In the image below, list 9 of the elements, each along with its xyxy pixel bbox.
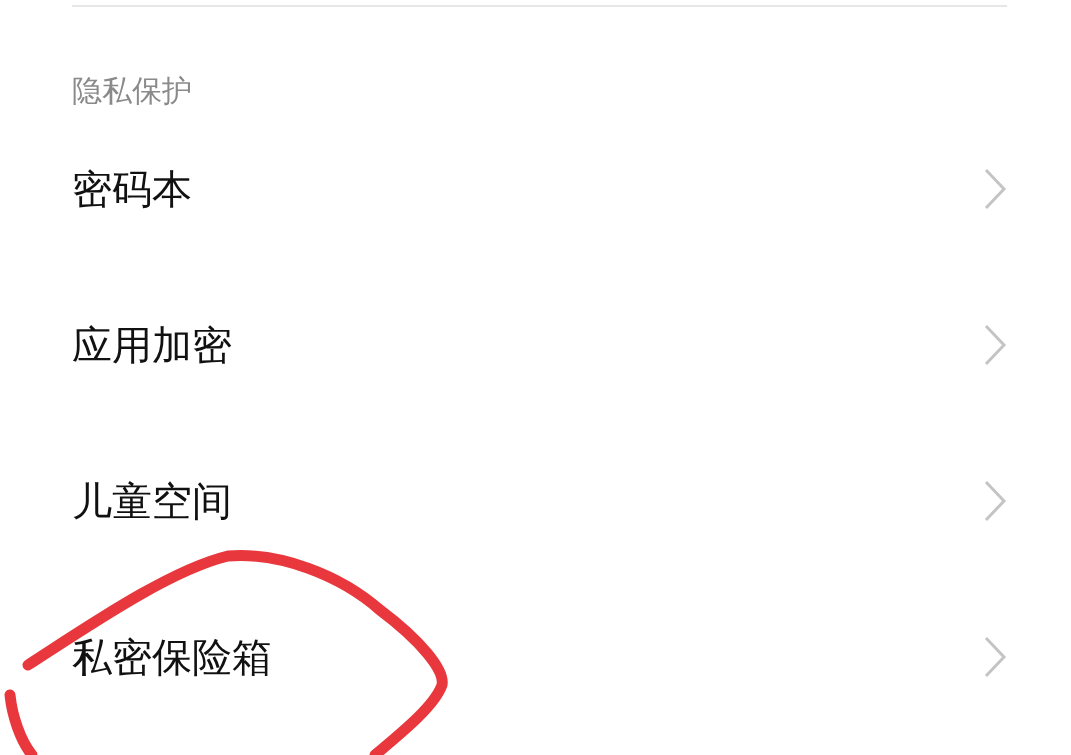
settings-item[interactable]: 儿童空间 bbox=[72, 423, 1007, 579]
settings-item[interactable]: 私密保险箱 bbox=[72, 579, 1007, 735]
chevron-icon bbox=[983, 323, 1007, 367]
section-title: 隐私保护 bbox=[72, 72, 193, 110]
settings-item[interactable]: 应用加密 bbox=[72, 267, 1007, 423]
chevron-icon bbox=[983, 479, 1007, 523]
chevron-icon bbox=[983, 167, 1007, 211]
chevron-icon bbox=[983, 635, 1007, 679]
settings-item[interactable]: 密码本 bbox=[72, 111, 1007, 267]
